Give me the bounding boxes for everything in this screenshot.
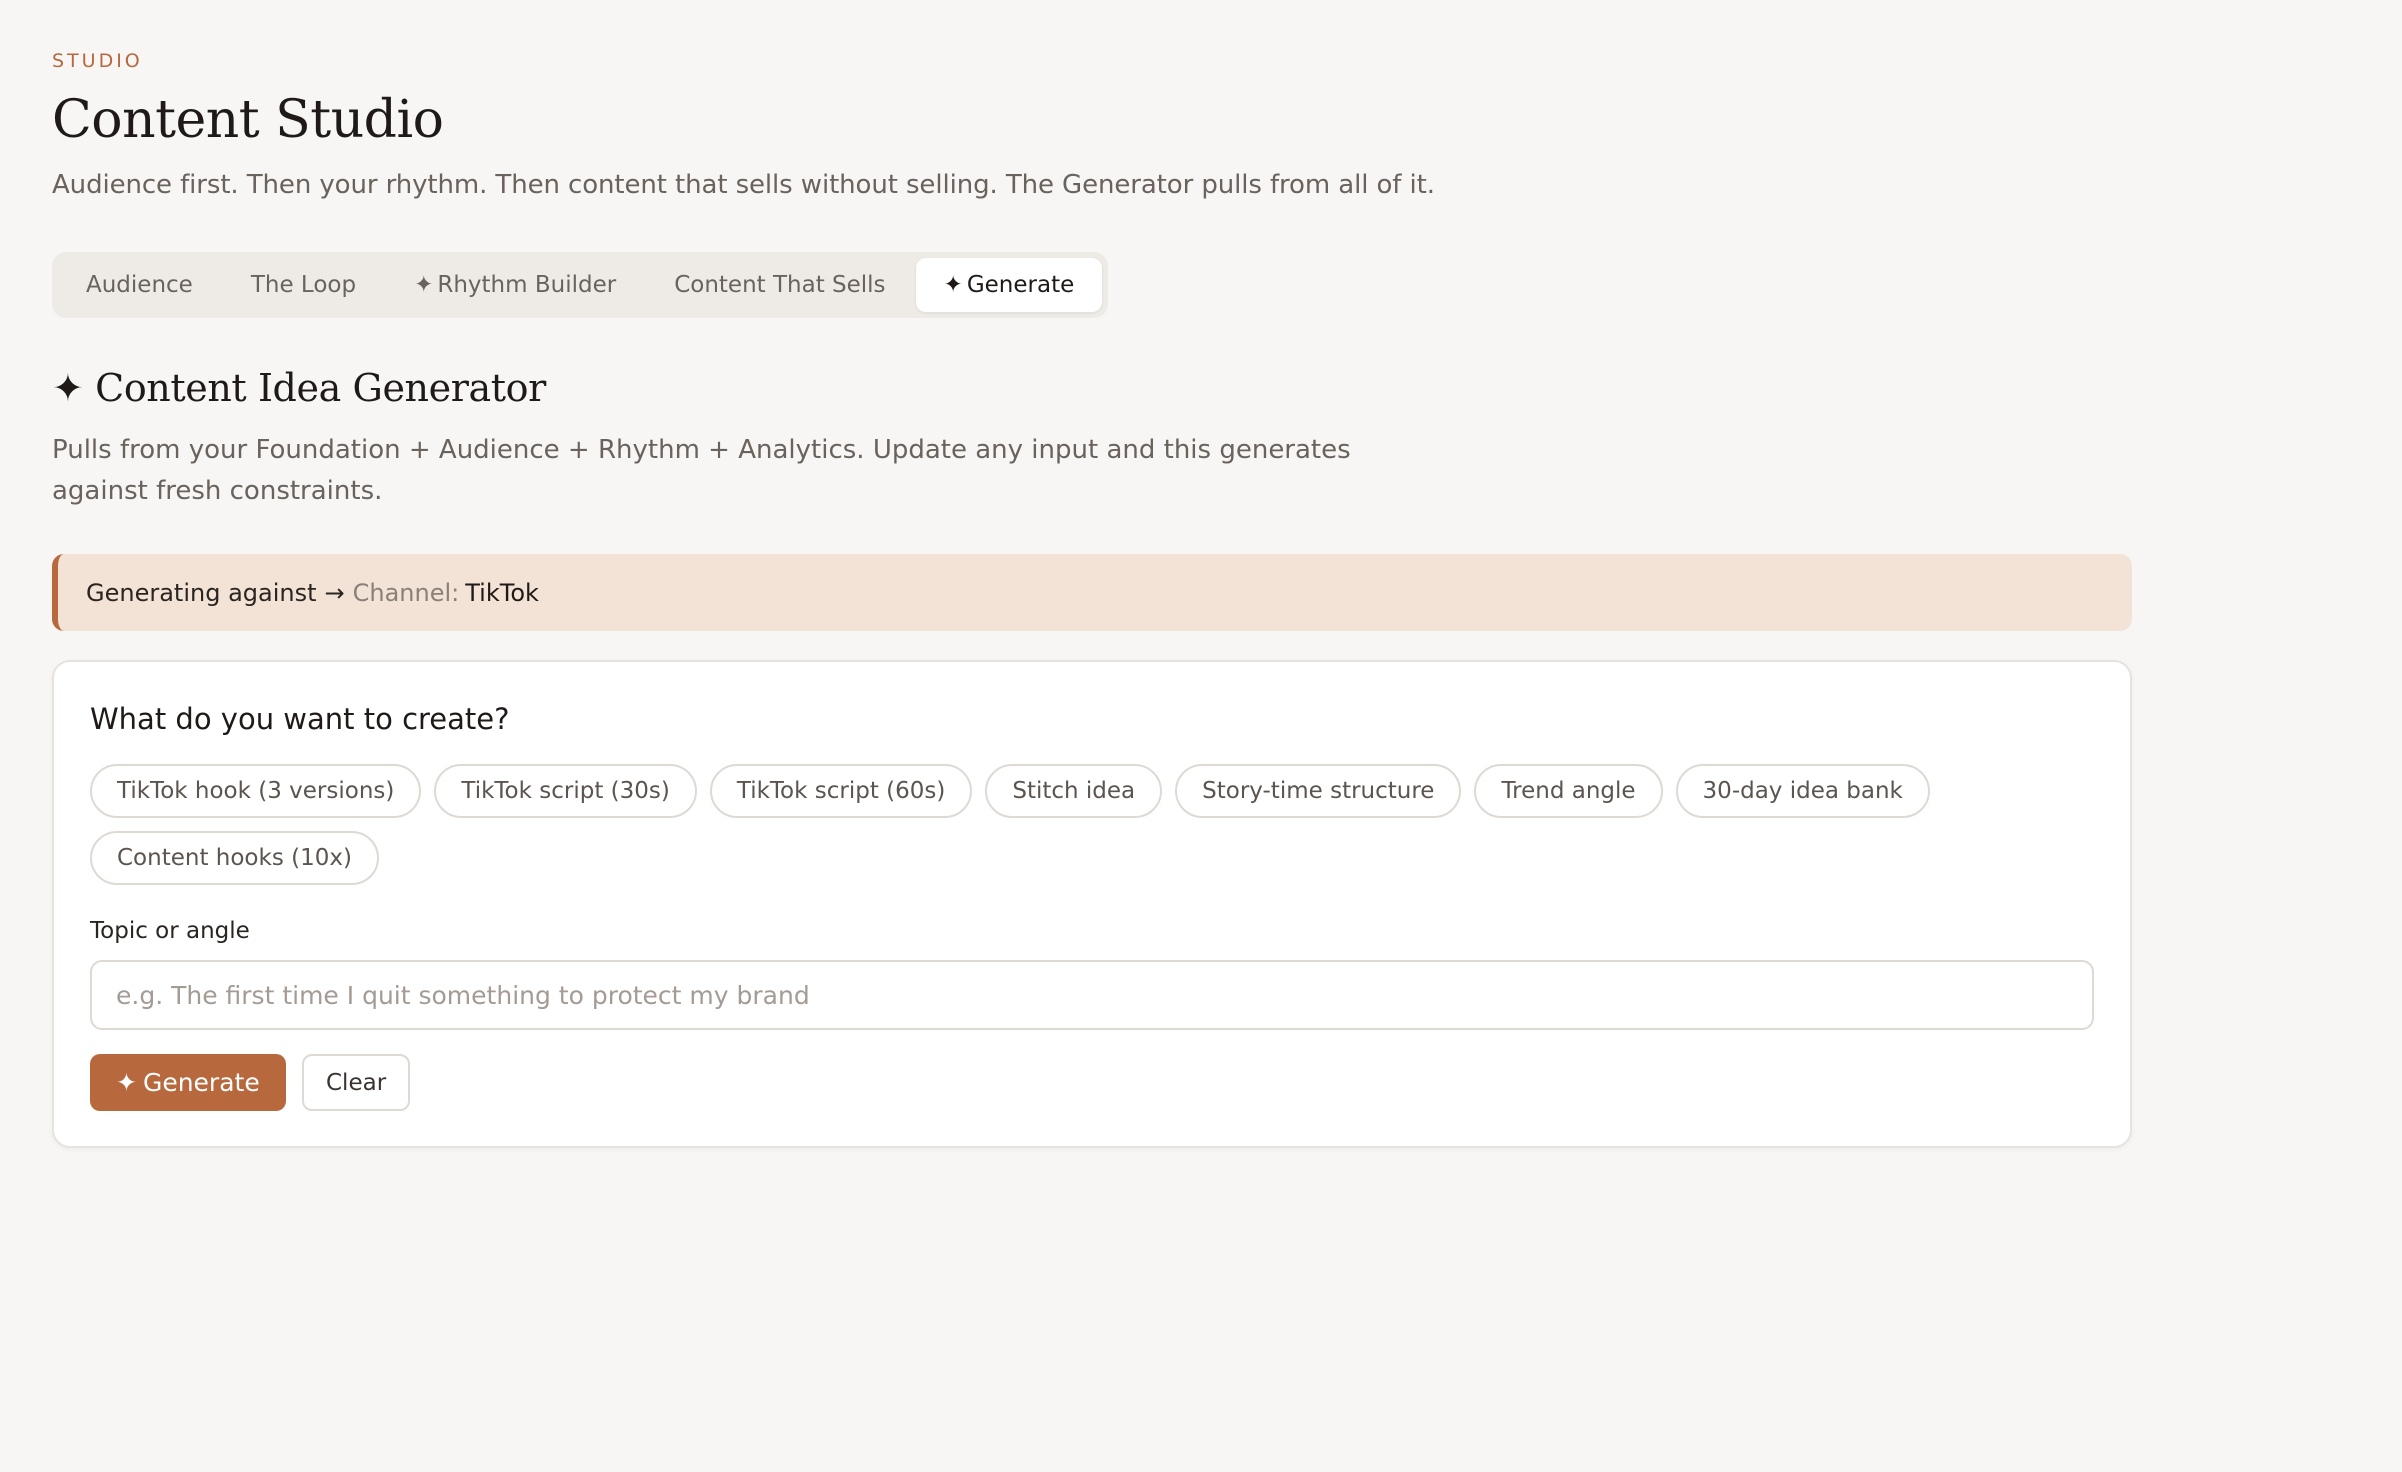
tab-label: Content That Sells <box>674 272 886 298</box>
tab-content-that-sells[interactable]: Content That Sells <box>646 258 913 312</box>
section-title-text: Content Idea Generator <box>95 366 546 410</box>
eyebrow-label: STUDIO <box>52 50 143 72</box>
arrow-right-icon: → <box>324 578 345 607</box>
chip-30-day-idea-bank[interactable]: 30-day idea bank <box>1675 764 1930 818</box>
chip-content-hooks[interactable]: Content hooks (10x) <box>90 831 379 885</box>
tab-bar: Audience The Loop ✦ Rhythm Builder Conte… <box>52 252 1109 318</box>
context-banner: Generating against → Channel: TikTok <box>52 554 2132 631</box>
tab-the-loop[interactable]: The Loop <box>223 258 384 312</box>
topic-label: Topic or angle <box>90 918 250 944</box>
content-type-chips-row2: Content hooks (10x) <box>90 831 379 885</box>
chip-trend-angle[interactable]: Trend angle <box>1474 764 1663 818</box>
generator-card: What do you want to create? TikTok hook … <box>52 660 2132 1148</box>
topic-input[interactable] <box>90 960 2094 1030</box>
page-subtitle: Audience first. Then your rhythm. Then c… <box>52 170 1435 200</box>
section-description: Pulls from your Foundation + Audience + … <box>52 435 1351 506</box>
tab-generate[interactable]: ✦ Generate <box>915 258 1103 312</box>
tab-label: Rhythm Builder <box>437 272 617 298</box>
sparkle-icon: ✦ <box>116 1068 137 1097</box>
context-lead: Generating against <box>86 578 317 607</box>
sparkle-icon: ✦ <box>52 366 84 410</box>
tab-label: Generate <box>966 272 1075 298</box>
tab-rhythm-builder[interactable]: ✦ Rhythm Builder <box>386 258 644 312</box>
page-title: Content Studio <box>52 90 444 150</box>
card-question: What do you want to create? <box>90 702 510 736</box>
tab-audience[interactable]: Audience <box>58 258 221 312</box>
chip-tiktok-script-60s[interactable]: TikTok script (60s) <box>709 764 973 818</box>
chip-tiktok-script-30s[interactable]: TikTok script (30s) <box>434 764 697 818</box>
sparkle-icon: ✦ <box>943 272 963 298</box>
context-key: Channel: <box>352 578 460 607</box>
chip-story-time-structure[interactable]: Story-time structure <box>1175 764 1462 818</box>
clear-button[interactable]: Clear <box>302 1054 411 1111</box>
content-type-chips: TikTok hook (3 versions) TikTok script (… <box>90 764 1930 818</box>
generate-button-label: Generate <box>142 1068 260 1097</box>
sparkle-icon: ✦ <box>414 272 434 298</box>
section-title: ✦ Content Idea Generator <box>52 366 546 410</box>
context-value: TikTok <box>465 578 539 607</box>
chip-tiktok-hook[interactable]: TikTok hook (3 versions) <box>90 764 422 818</box>
chip-stitch-idea[interactable]: Stitch idea <box>985 764 1163 818</box>
tab-label: Audience <box>86 272 193 298</box>
tab-label: The Loop <box>250 272 357 298</box>
generate-button[interactable]: ✦ Generate <box>90 1054 286 1111</box>
